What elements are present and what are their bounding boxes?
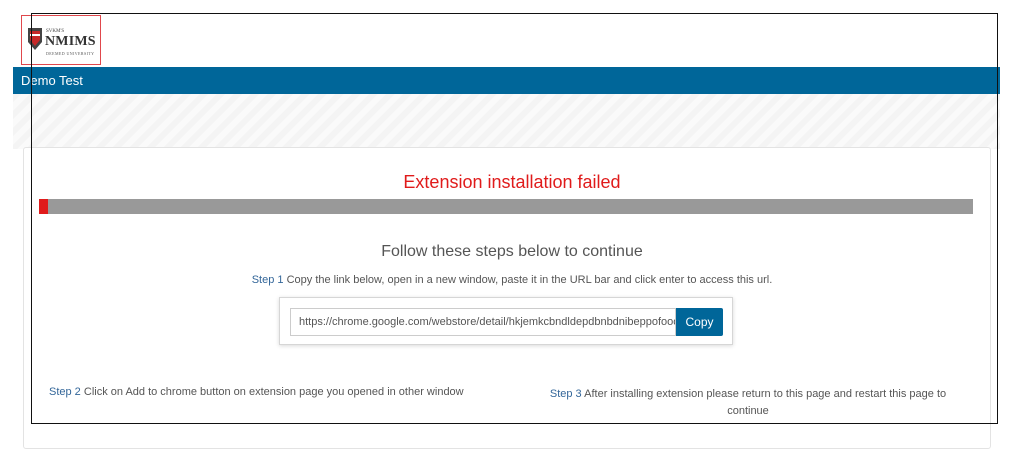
header-bar: Demo Test [13, 67, 1000, 94]
extension-url-field[interactable]: https://chrome.google.com/webstore/detai… [290, 308, 676, 336]
url-copy-card: https://chrome.google.com/webstore/detai… [279, 297, 733, 345]
step-2-text: Click on Add to chrome button on extensi… [80, 386, 464, 398]
step-1: Step 1 Copy the link below, open in a ne… [0, 274, 1024, 286]
copy-button[interactable]: Copy [676, 308, 723, 336]
background-pattern [13, 94, 1000, 149]
step-2: Step 2 Click on Add to chrome button on … [49, 386, 464, 398]
step-3-label: Step 3 [549, 388, 582, 400]
logo-name: NMIMS [45, 34, 96, 49]
step-1-label: Step 1 [251, 274, 284, 286]
nmims-logo: SVKM'S NMIMS DEEMED UNIVERSITY [21, 15, 101, 65]
step-3: Step 3 After installing extension please… [532, 386, 964, 420]
steps-heading: Follow these steps below to continue [381, 243, 643, 260]
error-heading: Extension installation failed [403, 172, 621, 192]
step-2-label: Step 2 [49, 386, 81, 398]
shield-icon [28, 28, 42, 50]
progress-bar [39, 199, 973, 214]
progress-bar-fill [39, 199, 49, 214]
page-title: Demo Test [21, 73, 83, 88]
step-3-text: After installing extension please return… [581, 388, 947, 417]
logo-subtitle: DEEMED UNIVERSITY [46, 51, 95, 56]
step-1-text: Copy the link below, open in a new windo… [283, 274, 773, 286]
